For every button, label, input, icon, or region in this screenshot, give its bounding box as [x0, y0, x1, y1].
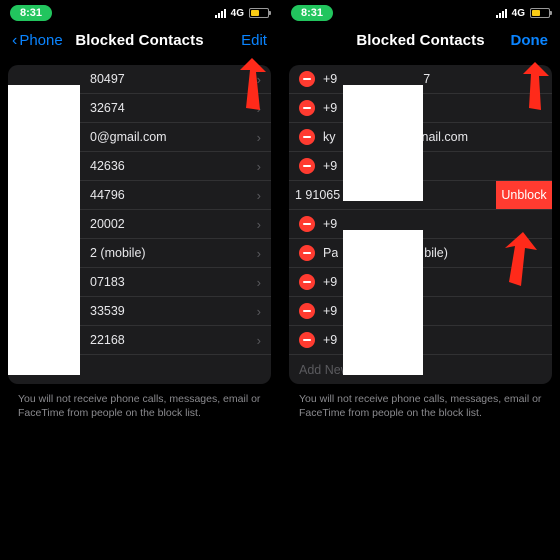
contact-label: +9	[323, 72, 337, 86]
chevron-right-icon: ›	[257, 275, 261, 290]
chevron-right-icon: ›	[257, 217, 261, 232]
contact-label: +9	[323, 217, 337, 231]
chevron-right-icon: ›	[257, 246, 261, 261]
redaction-mask	[8, 85, 80, 375]
contact-label: 80497	[18, 72, 125, 86]
delete-minus-icon[interactable]	[299, 245, 315, 261]
chevron-right-icon: ›	[257, 304, 261, 319]
chevron-right-icon: ›	[257, 188, 261, 203]
unblock-button[interactable]: Unblock	[496, 181, 552, 209]
page-title: Blocked Contacts	[75, 32, 203, 49]
status-bar: 8:31 4G	[0, 0, 279, 24]
contact-label: +9	[323, 333, 337, 347]
nav-bar: . Blocked Contacts Done	[281, 24, 560, 59]
contact-label: +9	[323, 304, 337, 318]
network-label: 4G	[512, 8, 525, 19]
delete-minus-icon[interactable]	[299, 274, 315, 290]
delete-minus-icon[interactable]	[299, 129, 315, 145]
contact-label: ky	[323, 130, 336, 144]
signal-bars-icon	[496, 9, 507, 18]
chevron-right-icon: ›	[257, 159, 261, 174]
contact-label-tail: 7	[423, 72, 430, 86]
contact-label: Pa	[323, 246, 338, 260]
delete-minus-icon[interactable]	[299, 71, 315, 87]
delete-minus-icon[interactable]	[299, 332, 315, 348]
footer-note: You will not receive phone calls, messag…	[0, 384, 279, 428]
footer-note: You will not receive phone calls, messag…	[281, 384, 560, 428]
time-pill[interactable]: 8:31	[291, 5, 333, 21]
battery-icon	[249, 8, 269, 18]
delete-minus-icon[interactable]	[299, 158, 315, 174]
status-bar: 8:31 4G	[281, 0, 560, 24]
battery-icon	[530, 8, 550, 18]
delete-minus-icon[interactable]	[299, 303, 315, 319]
chevron-right-icon: ›	[257, 72, 261, 87]
chevron-right-icon: ›	[257, 333, 261, 348]
network-label: 4G	[231, 8, 244, 19]
chevron-right-icon: ›	[257, 101, 261, 116]
nav-bar: ‹ Phone Blocked Contacts Edit	[0, 24, 279, 59]
page-title: Blocked Contacts	[356, 32, 484, 49]
back-label: Phone	[19, 32, 62, 49]
contact-label: +9	[323, 159, 337, 173]
redaction-mask	[343, 230, 423, 375]
delete-minus-icon[interactable]	[299, 100, 315, 116]
screenshot-right: 8:31 4G . Blocked Contacts Done +9 7 +9 ky n…	[281, 0, 560, 560]
status-right: 4G	[496, 8, 550, 19]
delete-minus-icon[interactable]	[299, 216, 315, 232]
screenshot-left: 8:31 4G ‹ Phone Blocked Contacts Edit 80…	[0, 0, 279, 560]
edit-button[interactable]: Edit	[215, 32, 267, 49]
contact-label-tail: nail.com	[422, 130, 469, 144]
chevron-right-icon: ›	[257, 130, 261, 145]
back-button[interactable]: ‹ Phone	[12, 32, 64, 49]
status-right: 4G	[215, 8, 269, 19]
chevron-left-icon: ‹	[12, 33, 17, 49]
signal-bars-icon	[215, 9, 226, 18]
contact-label: +9	[323, 275, 337, 289]
done-button[interactable]: Done	[496, 32, 548, 49]
contact-label: +9	[323, 101, 337, 115]
redaction-mask	[343, 85, 423, 201]
contact-label-tail: bile)	[424, 246, 448, 260]
time-pill[interactable]: 8:31	[10, 5, 52, 21]
